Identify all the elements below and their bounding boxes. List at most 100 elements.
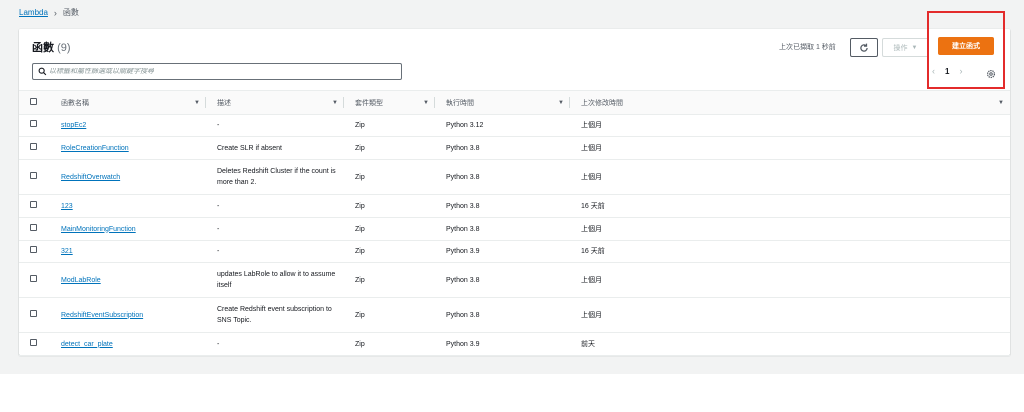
header-last-modified-label: 上次修改時間 (581, 99, 623, 107)
sort-down-icon: ▼ (998, 99, 1004, 106)
pagination: ‹ 1 › (932, 66, 962, 76)
function-description: updates LabRole to allow it to assume it… (206, 262, 344, 298)
runtime: Python 3.8 (435, 262, 570, 298)
last-modified: 上個月 (570, 297, 1010, 333)
function-count: (9) (57, 42, 71, 54)
previous-page-button[interactable]: ‹ (932, 66, 935, 76)
function-name-link[interactable]: RoleCreationFunction (61, 145, 129, 152)
functions-panel: 函數 (9) 上次已擷取 1 秒前 操作 ▼ 建立函式 ‹ 1 › (19, 11, 1010, 356)
search-input[interactable] (49, 68, 389, 75)
panel-title: 函數 (9) (32, 39, 71, 55)
header-package-type[interactable]: 套件類型 ▼ (344, 90, 435, 115)
last-modified: 上個月 (570, 217, 1010, 241)
table-row: MainMonitoringFunction - Zip Python 3.8 … (19, 217, 1010, 241)
row-checkbox[interactable] (30, 171, 37, 179)
table-row: 321 - Zip Python 3.9 16 天前 (19, 240, 1010, 263)
last-modified: 上個月 (570, 159, 1010, 195)
sort-down-icon: ▼ (558, 99, 564, 106)
table-row: 123 - Zip Python 3.8 16 天前 (19, 194, 1010, 218)
package-type: Zip (344, 332, 435, 356)
breadcrumb: Lambda › 函數 (19, 7, 79, 18)
last-modified: 上個月 (570, 262, 1010, 298)
runtime: Python 3.8 (435, 159, 570, 195)
refresh-button[interactable] (850, 38, 878, 57)
package-type: Zip (344, 159, 435, 195)
row-checkbox[interactable] (30, 309, 37, 317)
package-type: Zip (344, 240, 435, 263)
row-checkbox[interactable] (30, 120, 37, 127)
sort-down-icon: ▼ (423, 99, 429, 106)
breadcrumb-lambda-link[interactable]: Lambda (19, 8, 48, 17)
package-type: Zip (344, 136, 435, 160)
actions-label: 操作 (893, 44, 908, 52)
table-row: ModLabRole updates LabRole to allow it t… (19, 262, 1010, 298)
function-description: Create SLR if absent (206, 136, 344, 160)
settings-gear-icon[interactable] (986, 66, 996, 84)
sort-down-icon: ▼ (332, 99, 338, 106)
last-modified: 前天 (570, 332, 1010, 356)
runtime: Python 3.8 (435, 297, 570, 333)
select-all-cell (19, 90, 61, 115)
function-name-link[interactable]: MainMonitoringFunction (61, 226, 136, 233)
table-row: detect_car_plate - Zip Python 3.9 前天 (19, 332, 1010, 356)
function-description: - (206, 332, 344, 356)
function-name-link[interactable]: ModLabRole (61, 277, 101, 284)
search-icon (35, 67, 49, 76)
row-checkbox[interactable] (30, 246, 37, 253)
last-modified: 16 天前 (570, 194, 1010, 218)
package-type: Zip (344, 262, 435, 298)
runtime: Python 3.8 (435, 136, 570, 160)
runtime: Python 3.9 (435, 240, 570, 263)
function-description: - (206, 217, 344, 241)
header-package-type-label: 套件類型 (355, 99, 383, 107)
header-description-label: 描述 (217, 99, 231, 107)
header-last-modified[interactable]: 上次修改時間 ▼ (570, 90, 1010, 115)
function-name-link[interactable]: RedshiftOverwatch (61, 174, 120, 181)
actions-dropdown-button[interactable]: 操作 ▼ (882, 38, 929, 57)
breadcrumb-current: 函數 (62, 8, 79, 17)
function-description: Deletes Redshift Cluster if the count is… (206, 159, 344, 195)
function-name-link[interactable]: 123 (61, 203, 73, 210)
sort-down-icon: ▼ (194, 99, 200, 106)
refresh-icon (860, 43, 868, 52)
function-description: - (206, 114, 344, 137)
package-type: Zip (344, 194, 435, 218)
runtime: Python 3.8 (435, 194, 570, 218)
search-box[interactable] (32, 63, 402, 80)
header-runtime-label: 執行時間 (446, 99, 474, 107)
functions-table: 函數名稱 ▼ 描述 ▼ 套件類型 ▼ 執行時間 ▼ 上次修改時間 ▼ stopEc2 - … (19, 90, 1010, 356)
row-checkbox[interactable] (30, 338, 37, 346)
function-name-link[interactable]: detect_car_plate (61, 341, 113, 348)
chevron-right-icon: › (53, 7, 57, 18)
last-modified: 上個月 (570, 114, 1010, 137)
runtime: Python 3.12 (435, 114, 570, 137)
runtime: Python 3.8 (435, 217, 570, 241)
page-background: Lambda › 函數 函數 (9) 上次已擷取 1 秒前 操作 ▼ 建立函式 (0, 0, 1024, 374)
header-runtime[interactable]: 執行時間 ▼ (435, 90, 570, 115)
header-description[interactable]: 描述 ▼ (206, 90, 344, 115)
last-modified: 上個月 (570, 136, 1010, 160)
current-page-number[interactable]: 1 (945, 67, 949, 76)
table-row: RedshiftEventSubscription Create Redshif… (19, 297, 1010, 333)
function-name-link[interactable]: RedshiftEventSubscription (61, 312, 143, 319)
select-all-checkbox[interactable] (30, 98, 37, 105)
function-name-link[interactable]: stopEc2 (61, 122, 86, 129)
next-page-button[interactable]: › (959, 66, 962, 76)
header-function-name-label: 函數名稱 (61, 99, 89, 107)
package-type: Zip (344, 297, 435, 333)
row-checkbox[interactable] (30, 274, 37, 282)
row-checkbox[interactable] (30, 142, 37, 150)
header-function-name[interactable]: 函數名稱 ▼ (61, 90, 206, 115)
function-description: - (206, 240, 344, 263)
row-checkbox[interactable] (30, 200, 37, 208)
table-header-row: 函數名稱 ▼ 描述 ▼ 套件類型 ▼ 執行時間 ▼ 上次修改時間 ▼ (19, 90, 1010, 115)
package-type: Zip (344, 114, 435, 137)
row-checkbox[interactable] (30, 223, 37, 231)
runtime: Python 3.9 (435, 332, 570, 356)
last-modified: 16 天前 (570, 240, 1010, 263)
table-row: RoleCreationFunction Create SLR if absen… (19, 136, 1010, 160)
table-row: stopEc2 - Zip Python 3.12 上個月 (19, 114, 1010, 137)
function-name-link[interactable]: 321 (61, 248, 73, 255)
table-row: RedshiftOverwatch Deletes Redshift Clust… (19, 159, 1010, 195)
function-description: - (206, 194, 344, 218)
